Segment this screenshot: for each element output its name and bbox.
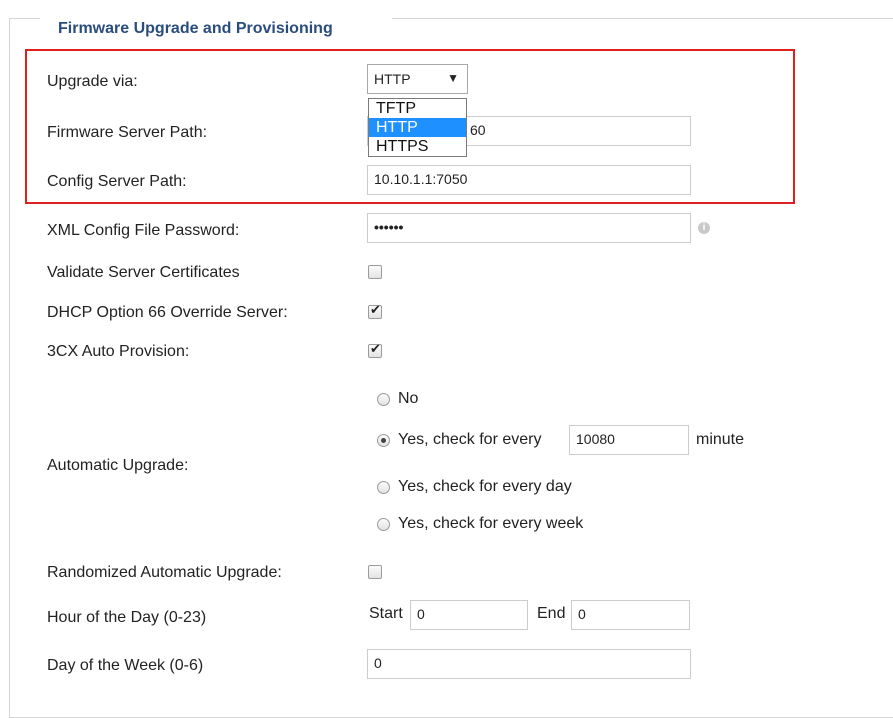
hour-end-input[interactable]: 0: [571, 600, 690, 630]
start-label: Start: [369, 605, 403, 622]
dhcp66-label: DHCP Option 66 Override Server:: [47, 304, 288, 321]
checkmark-icon: ✔: [370, 341, 381, 356]
upgrade-via-label: Upgrade via:: [47, 73, 138, 90]
minutes-unit-label: minute: [696, 431, 745, 448]
radio-every-week-label: Yes, check for every week: [398, 515, 584, 532]
hour-of-day-label: Hour of the Day (0-23): [47, 609, 207, 626]
validate-certs-checkbox[interactable]: [368, 265, 382, 279]
randomized-checkbox[interactable]: [368, 565, 382, 579]
radio-no[interactable]: [377, 393, 390, 406]
option-https[interactable]: HTTPS: [369, 137, 466, 156]
config-server-path-label: Config Server Path:: [47, 173, 187, 190]
automatic-upgrade-label: Automatic Upgrade:: [47, 457, 189, 474]
caret-down-icon: ▼: [447, 71, 459, 85]
radio-every-minutes[interactable]: [377, 434, 390, 447]
info-icon[interactable]: i: [698, 222, 710, 234]
auto-provision-label: 3CX Auto Provision:: [47, 343, 190, 360]
option-tftp[interactable]: TFTP: [369, 99, 466, 118]
radio-every-week[interactable]: [377, 518, 390, 531]
firmware-server-path-value: 60: [470, 122, 486, 138]
firmware-server-path-label: Firmware Server Path:: [47, 124, 208, 141]
day-of-week-input[interactable]: 0: [367, 649, 691, 679]
config-server-path-input[interactable]: 10.10.1.1:7050: [367, 165, 691, 195]
radio-every-day-label: Yes, check for every day: [398, 478, 572, 495]
day-of-week-label: Day of the Week (0-6): [47, 657, 204, 674]
auto-provision-checkbox[interactable]: ✔: [368, 341, 382, 358]
checkmark-icon: ✔: [370, 302, 381, 317]
radio-no-label: No: [398, 390, 419, 407]
randomized-label: Randomized Automatic Upgrade:: [47, 564, 282, 581]
minutes-input[interactable]: 10080: [569, 425, 689, 455]
option-http[interactable]: HTTP: [369, 118, 466, 137]
upgrade-via-selected: HTTP: [374, 71, 411, 87]
end-label: End: [537, 605, 566, 622]
hour-start-input[interactable]: 0: [410, 600, 528, 630]
upgrade-via-select[interactable]: HTTP ▼: [367, 64, 468, 94]
section-title: Firmware Upgrade and Provisioning: [48, 20, 343, 38]
dhcp66-checkbox[interactable]: ✔: [368, 302, 382, 319]
validate-certs-label: Validate Server Certificates: [47, 264, 240, 281]
xml-password-label: XML Config File Password:: [47, 222, 240, 239]
radio-every-day[interactable]: [377, 481, 390, 494]
radio-every-minutes-label: Yes, check for every: [398, 431, 542, 448]
upgrade-via-dropdown: TFTP HTTP HTTPS: [368, 98, 467, 157]
xml-password-input[interactable]: ••••••: [367, 213, 691, 243]
